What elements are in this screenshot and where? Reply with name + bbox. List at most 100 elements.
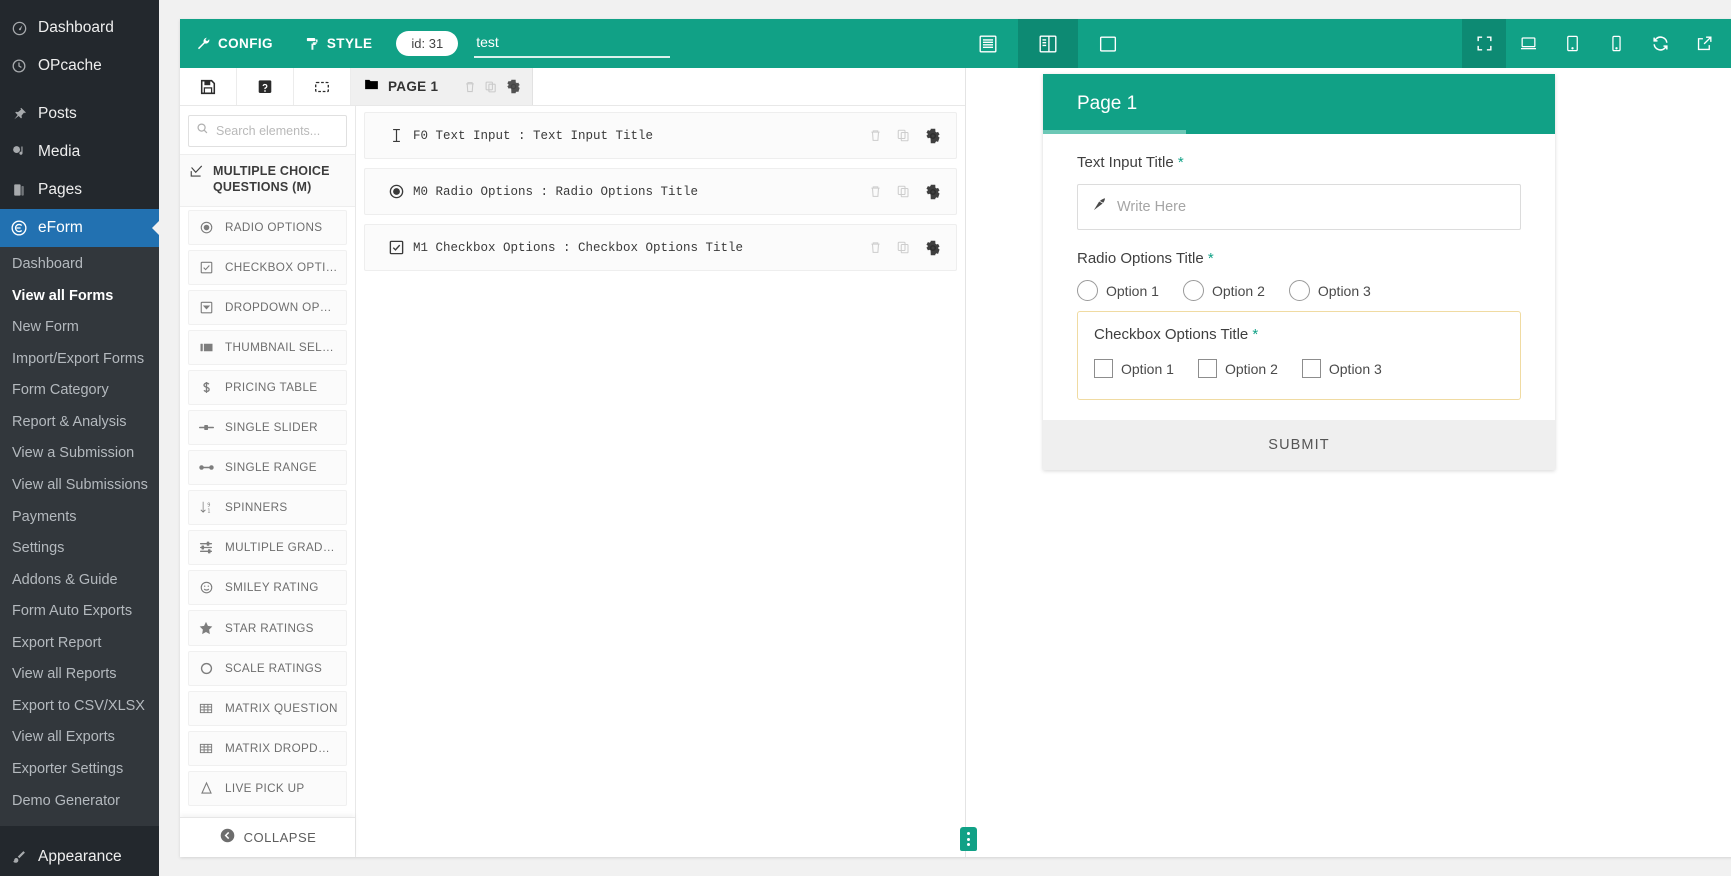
submit-button[interactable]: SUBMIT <box>1043 420 1555 470</box>
tablet-view-button[interactable] <box>1550 19 1594 68</box>
sidebar-item-opcache[interactable]: OPcache <box>0 47 159 85</box>
palette-item-label: THUMBNAIL SELECTI... <box>225 341 338 355</box>
submenu-item-dashboard[interactable]: Dashboard <box>0 249 159 281</box>
palette-item-live-pick-up[interactable]: LIVE PICK UP <box>188 771 347 807</box>
palette-item-thumbnail-selection[interactable]: THUMBNAIL SELECTI... <box>188 330 347 366</box>
submenu-item-settings[interactable]: Settings <box>0 533 159 565</box>
radio-icon <box>197 220 215 235</box>
submenu-item-view-all-reports[interactable]: View all Reports <box>0 659 159 691</box>
page-settings-gear-icon[interactable] <box>505 78 522 95</box>
element-settings-gear-icon[interactable] <box>924 127 942 145</box>
palette-item-smiley-rating[interactable]: SMILEY RATING <box>188 570 347 606</box>
submenu-item-view-all-forms[interactable]: View all Forms <box>0 281 159 313</box>
text-input-field[interactable]: Write Here <box>1077 184 1521 230</box>
duplicate-element-icon[interactable] <box>896 184 911 199</box>
sidebar-item-appearance[interactable]: Appearance <box>0 838 159 876</box>
palette-item-single-range[interactable]: SINGLE RANGE <box>188 450 347 486</box>
palette-item-label: SINGLE SLIDER <box>225 421 318 435</box>
palette-item-matrix-dropdown[interactable]: MATRIX DROPDOWN <box>188 731 347 767</box>
page-tab-1[interactable]: PAGE 1 <box>351 68 533 105</box>
list-view-button[interactable] <box>958 19 1018 68</box>
search-input[interactable] <box>216 124 339 138</box>
element-settings-gear-icon[interactable] <box>924 183 942 201</box>
submenu-item-report-analysis[interactable]: Report & Analysis <box>0 407 159 439</box>
delete-element-icon[interactable] <box>868 184 883 199</box>
svg-text:1: 1 <box>207 509 210 515</box>
palette-item-single-slider[interactable]: SINGLE SLIDER <box>188 410 347 446</box>
palette-item-label: CHECKBOX OPTIONS <box>225 261 338 275</box>
element-row-checkbox-options[interactable]: M1 Checkbox Options : Checkbox Options T… <box>364 224 957 271</box>
refresh-button[interactable] <box>1638 19 1682 68</box>
sidebar-item-dashboard[interactable]: Dashboard <box>0 9 159 47</box>
submenu-item-addons-guide[interactable]: Addons & Guide <box>0 565 159 597</box>
palette-group-multiple-choice[interactable]: MULTIPLE CHOICE QUESTIONS (M) <box>180 154 355 208</box>
sidebar-item-eform[interactable]: eForm <box>0 209 159 247</box>
pin-icon <box>9 104 29 124</box>
form-title-input[interactable] <box>474 29 671 58</box>
duplicate-element-icon[interactable] <box>896 128 911 143</box>
palette-item-matrix-question[interactable]: MATRIX QUESTION <box>188 691 347 727</box>
submenu-item-demo-generator[interactable]: Demo Generator <box>0 786 159 818</box>
palette-item-radio-options[interactable]: RADIO OPTIONS <box>188 210 347 246</box>
collapse-palette-button[interactable]: COLLAPSE <box>180 817 355 857</box>
palette-item-label: SMILEY RATING <box>225 581 319 595</box>
required-asterisk: * <box>1252 326 1259 343</box>
submenu-item-view-all-exports[interactable]: View all Exports <box>0 722 159 754</box>
palette-item-pricing-table[interactable]: PRICING TABLE <box>188 370 347 406</box>
delete-element-icon[interactable] <box>868 128 883 143</box>
mobile-view-button[interactable] <box>1594 19 1638 68</box>
fullscreen-view-button[interactable] <box>1462 19 1506 68</box>
duplicate-page-icon[interactable] <box>484 80 498 94</box>
palette-item-checkbox-options[interactable]: CHECKBOX OPTIONS <box>188 250 347 286</box>
checkbox-option-3[interactable]: Option 3 <box>1301 359 1382 378</box>
element-row-radio-options[interactable]: M0 Radio Options : Radio Options Title <box>364 168 957 215</box>
view-mode-group <box>958 19 1138 68</box>
submenu-item-view-all-submissions[interactable]: View all Submissions <box>0 470 159 502</box>
palette-item-spinners[interactable]: 91 SPINNERS <box>188 490 347 526</box>
element-settings-gear-icon[interactable] <box>924 239 942 257</box>
palette-item-multiple-grading[interactable]: MULTIPLE GRADING <box>188 530 347 566</box>
save-button[interactable] <box>180 68 237 105</box>
palette-item-scale-ratings[interactable]: SCALE RATINGS <box>188 651 347 687</box>
submenu-item-new-form[interactable]: New Form <box>0 312 159 344</box>
config-tab[interactable]: CONFIG <box>180 19 289 68</box>
submenu-item-form-category[interactable]: Form Category <box>0 375 159 407</box>
sidebar-item-pages[interactable]: Pages <box>0 171 159 209</box>
sidebar-label: eForm <box>38 218 83 236</box>
submenu-item-payments[interactable]: Payments <box>0 502 159 534</box>
palette-item-star-ratings[interactable]: STAR RATINGS <box>188 610 347 647</box>
submenu-item-export-report[interactable]: Export Report <box>0 628 159 660</box>
submenu-item-view-a-submission[interactable]: View a Submission <box>0 438 159 470</box>
palette-item-dropdown-options[interactable]: DROPDOWN OPTIONS <box>188 290 347 326</box>
submenu-item-import-export-forms[interactable]: Import/Export Forms <box>0 344 159 376</box>
star-icon <box>197 620 215 636</box>
search-box[interactable] <box>188 115 347 147</box>
sidebar-item-media[interactable]: Media <box>0 133 159 171</box>
duplicate-element-icon[interactable] <box>896 240 911 255</box>
select-region-button[interactable] <box>294 68 351 105</box>
radio-option-1[interactable]: Option 1 <box>1077 280 1159 301</box>
sidebar-item-posts[interactable]: Posts <box>0 95 159 133</box>
sidebar-label: Posts <box>38 104 77 122</box>
form-id-badge[interactable]: id: 31 <box>396 31 459 56</box>
checkbox-field-group-highlighted[interactable]: Checkbox Options Title * Option 1 Option… <box>1077 311 1521 400</box>
style-label: STYLE <box>326 36 373 51</box>
help-button[interactable] <box>237 68 294 105</box>
desktop-view-button[interactable] <box>1506 19 1550 68</box>
form-preview-card: Page 1 Text Input Title * Write Here Rad… <box>1043 74 1555 470</box>
delete-page-icon[interactable] <box>463 80 477 94</box>
preview-view-button[interactable] <box>1078 19 1138 68</box>
submenu-item-exporter-settings[interactable]: Exporter Settings <box>0 754 159 786</box>
submenu-item-export-csv-xlsx[interactable]: Export to CSV/XLSX <box>0 691 159 723</box>
panel-resize-handle[interactable] <box>960 827 977 851</box>
split-view-button[interactable] <box>1018 19 1078 68</box>
element-row-text-input[interactable]: F0 Text Input : Text Input Title <box>364 112 957 159</box>
checkbox-option-2[interactable]: Option 2 <box>1197 359 1278 378</box>
submenu-item-form-auto-exports[interactable]: Form Auto Exports <box>0 596 159 628</box>
open-external-button[interactable] <box>1682 19 1726 68</box>
radio-option-2[interactable]: Option 2 <box>1182 280 1265 301</box>
delete-element-icon[interactable] <box>868 240 883 255</box>
checkbox-option-1[interactable]: Option 1 <box>1094 359 1174 378</box>
radio-option-3[interactable]: Option 3 <box>1288 280 1371 301</box>
style-tab[interactable]: STYLE <box>289 19 389 68</box>
